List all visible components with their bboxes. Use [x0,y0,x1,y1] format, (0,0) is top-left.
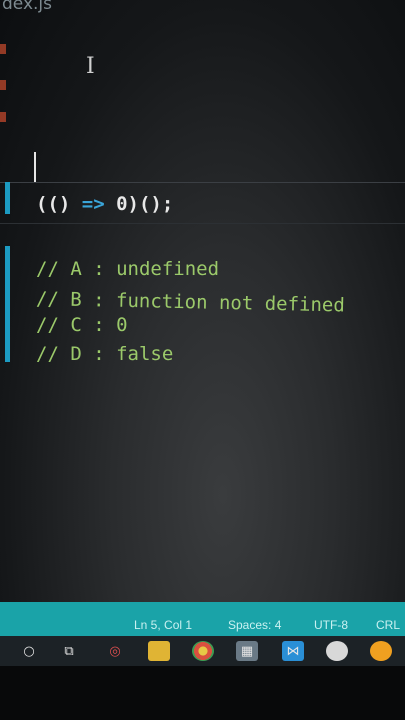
ibeam-cursor-icon: I [86,54,95,79]
app-icon[interactable] [370,641,392,661]
vscode-icon[interactable]: ⋈ [282,641,304,661]
comment-line-c[interactable]: // C : 0 [36,314,128,336]
text-caret [34,152,36,182]
status-bar: Ln 5, Col 1 Spaces: 4 UTF-8 CRL [0,602,405,636]
code-line-iife[interactable]: (() => 0)(); [36,193,173,215]
gutter-marker [0,80,6,90]
gutter-marker [0,112,6,122]
status-indentation[interactable]: Spaces: 4 [228,618,281,632]
chrome-icon[interactable] [192,641,214,661]
monitor-bezel [0,666,405,720]
file-tab-title[interactable]: dex.js [2,0,52,14]
windows-taskbar: ○ ⧉ ◎ ▦ ⋈ [0,636,405,666]
status-line-ending[interactable]: CRL [376,618,400,632]
task-view-icon[interactable]: ⧉ [58,641,80,661]
code-token-arrow: => [81,193,105,215]
git-change-bar[interactable] [5,182,10,214]
git-change-bar[interactable] [5,246,10,362]
comment-line-d[interactable]: // D : false [36,343,173,365]
code-token-open: (() [36,193,82,215]
search-icon[interactable]: ○ [18,641,40,661]
gutter-marker [0,44,6,54]
photos-icon[interactable]: ▦ [236,641,258,661]
comment-line-b[interactable]: // B : function not defined [36,288,345,316]
app-icon[interactable] [326,641,348,661]
status-encoding[interactable]: UTF-8 [314,618,348,632]
opera-icon[interactable]: ◎ [104,641,126,661]
comment-line-a[interactable]: // A : undefined [36,258,219,280]
code-editor-screen: dex.js I (() => 0)(); // A : undefined /… [0,0,405,660]
status-cursor-position[interactable]: Ln 5, Col 1 [134,618,192,632]
code-token-close: 0)(); [104,193,174,215]
folder-icon[interactable] [148,641,170,661]
